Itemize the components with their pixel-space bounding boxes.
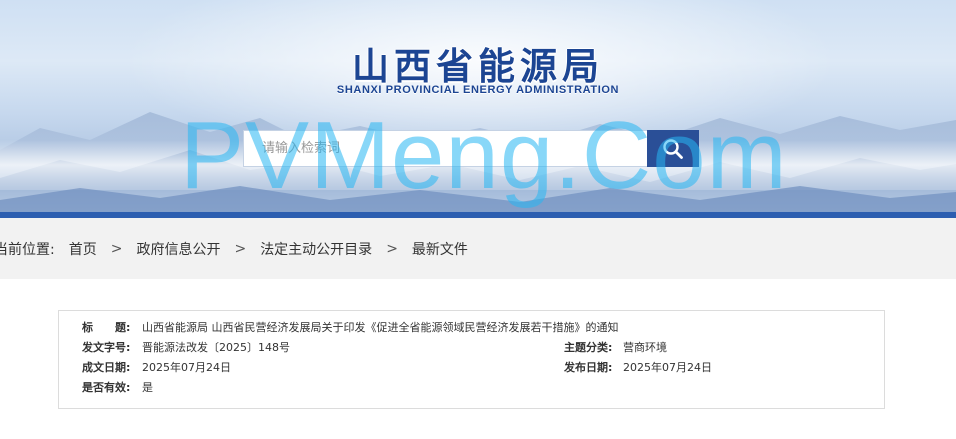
breadcrumb-prefix: 当前位置: — [0, 241, 55, 258]
topic-value: 营商环境 — [623, 341, 667, 354]
breadcrumb-separator: > — [234, 240, 247, 257]
doc-number-value: 晋能源法改发〔2025〕148号 — [142, 341, 290, 354]
breadcrumb-latest-files[interactable]: 最新文件 — [412, 239, 468, 259]
breadcrumb-gov-info[interactable]: 政府信息公开 — [136, 239, 220, 259]
document-info-table: 标 题: 山西省能源局 山西省民营经济发展局关于印发《促进全省能源领域民营经济发… — [58, 310, 885, 409]
topic-label: 主题分类: — [564, 341, 613, 354]
site-logo-subtitle: SHANXI PROVINCIAL ENERGY ADMINISTRATION — [336, 84, 620, 96]
search-button[interactable] — [647, 130, 699, 167]
breadcrumb-separator: > — [386, 240, 398, 257]
info-row-dates: 成文日期: 2025年07月24日 发布日期: 2025年07月24日 — [59, 358, 884, 378]
breadcrumb-home[interactable]: 首页 — [69, 239, 97, 259]
breadcrumb-catalog[interactable]: 法定主动公开目录 — [260, 239, 372, 259]
title-value: 山西省能源局 山西省民营经济发展局关于印发《促进全省能源领域民营经济发展若干措施… — [142, 321, 619, 334]
published-date-label: 发布日期: — [564, 361, 613, 374]
info-row-doc-number: 发文字号: 晋能源法改发〔2025〕148号 主题分类: 营商环境 — [59, 338, 884, 358]
search-icon — [663, 138, 683, 159]
breadcrumb-bar: 当前位置: 首页 > 政府信息公开 > 法定主动公开目录 > 最新文件 — [0, 218, 956, 279]
breadcrumb: 当前位置: 首页 > 政府信息公开 > 法定主动公开目录 > 最新文件 — [0, 218, 468, 279]
page: 山西省能源局 SHANXI PROVINCIAL ENERGY ADMINIST… — [0, 0, 956, 439]
search-bar — [243, 130, 699, 167]
validity-value: 是 — [142, 381, 153, 394]
search-input[interactable] — [243, 130, 647, 167]
header-banner: 山西省能源局 SHANXI PROVINCIAL ENERGY ADMINIST… — [0, 0, 956, 218]
mountain-scenery — [0, 112, 956, 218]
validity-label: 是否有效: — [82, 381, 131, 394]
info-row-title: 标 题: 山西省能源局 山西省民营经济发展局关于印发《促进全省能源领域民营经济发… — [59, 318, 884, 338]
published-date-value: 2025年07月24日 — [623, 361, 712, 374]
breadcrumb-separator: > — [110, 240, 123, 257]
info-row-validity: 是否有效: 是 — [59, 378, 884, 398]
created-date-label: 成文日期: — [82, 361, 131, 374]
created-date-value: 2025年07月24日 — [142, 361, 231, 374]
doc-number-label: 发文字号: — [82, 341, 131, 354]
title-label: 标 题: — [82, 321, 131, 334]
site-logo-title[interactable]: 山西省能源局 — [300, 36, 656, 90]
